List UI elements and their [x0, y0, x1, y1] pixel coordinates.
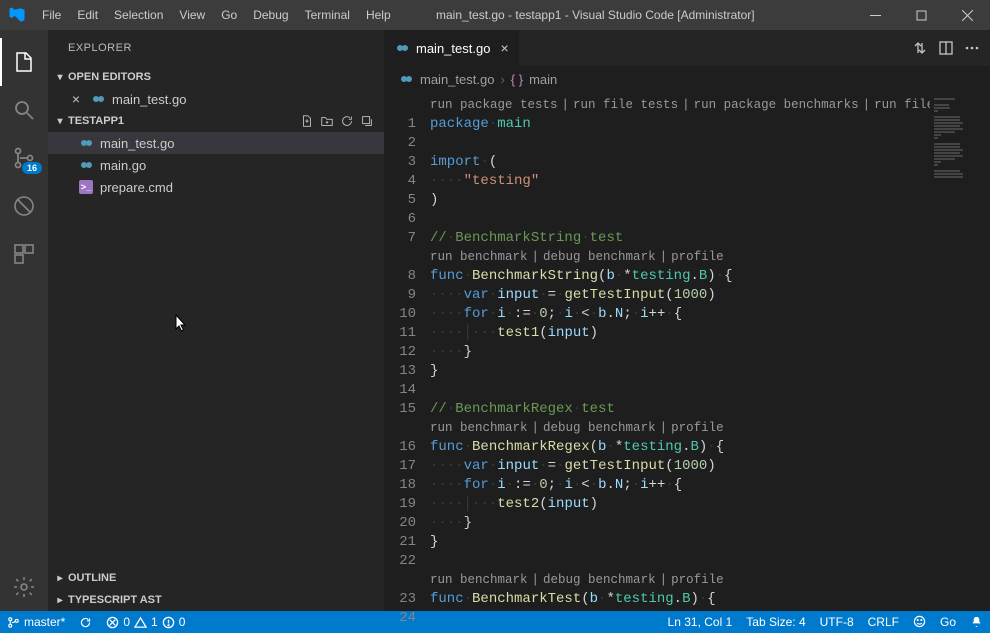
- open-editor-item[interactable]: × main_test.go: [48, 88, 384, 110]
- sidebar-explorer: EXPLORER ▾ OPEN EDITORS × main_test.go ▾…: [48, 30, 384, 611]
- window-controls: [852, 0, 990, 30]
- menu-view[interactable]: View: [171, 8, 213, 22]
- refresh-icon[interactable]: [340, 114, 354, 128]
- new-file-icon[interactable]: [300, 114, 314, 128]
- workspace-header[interactable]: ▾ TESTAPP1: [48, 110, 384, 132]
- chevron-down-icon: ▾: [52, 72, 68, 83]
- window-close-button[interactable]: [944, 0, 990, 30]
- status-bar: master* 0 1 0 Ln 31, Col 1 Tab Size: 4 U…: [0, 611, 990, 633]
- activity-debug[interactable]: [0, 182, 48, 230]
- breadcrumbs[interactable]: main_test.go › { } main: [384, 66, 990, 92]
- status-notifications[interactable]: [963, 615, 990, 628]
- vscode-logo-icon: [8, 6, 26, 24]
- status-encoding[interactable]: UTF-8: [813, 615, 861, 629]
- tsast-header[interactable]: ▸ TYPESCRIPT AST: [48, 589, 384, 611]
- file-item[interactable]: >_ prepare.cmd: [48, 176, 384, 198]
- branch-label: master*: [24, 615, 65, 629]
- workspace-label: TESTAPP1: [68, 115, 124, 127]
- code-content[interactable]: run package tests|run file tests|run pac…: [430, 92, 930, 611]
- chevron-down-icon: ▾: [52, 116, 68, 127]
- chevron-right-icon: ▸: [52, 573, 68, 584]
- activity-settings[interactable]: [0, 563, 48, 611]
- status-branch[interactable]: master*: [0, 611, 72, 633]
- new-folder-icon[interactable]: [320, 114, 334, 128]
- activity-extensions[interactable]: [0, 230, 48, 278]
- file-name: prepare.cmd: [100, 180, 173, 195]
- menu-edit[interactable]: Edit: [69, 8, 106, 22]
- window-maximize-button[interactable]: [898, 0, 944, 30]
- tab-label: main_test.go: [416, 41, 490, 56]
- go-file-icon: [78, 135, 94, 151]
- status-eol[interactable]: CRLF: [861, 615, 906, 629]
- menu-bar: File Edit Selection View Go Debug Termin…: [34, 8, 399, 22]
- file-name: main_test.go: [112, 92, 186, 107]
- go-file-icon: [398, 71, 414, 87]
- outline-label: OUTLINE: [68, 572, 116, 584]
- sidebar-title: EXPLORER: [48, 30, 384, 66]
- breadcrumb-symbol[interactable]: main: [529, 72, 557, 87]
- activity-bar: 16: [0, 30, 48, 611]
- activity-explorer[interactable]: [0, 38, 48, 86]
- split-editor-icon[interactable]: [938, 40, 954, 56]
- close-editor-icon[interactable]: ×: [68, 91, 84, 107]
- menu-terminal[interactable]: Terminal: [297, 8, 358, 22]
- titlebar: File Edit Selection View Go Debug Termin…: [0, 0, 990, 30]
- editor-tab[interactable]: main_test.go ×: [384, 30, 520, 66]
- go-file-icon: [78, 157, 94, 173]
- warning-count: 1: [151, 615, 158, 629]
- menu-go[interactable]: Go: [213, 8, 245, 22]
- tabs: main_test.go ×: [384, 30, 990, 66]
- tsast-label: TYPESCRIPT AST: [68, 594, 162, 606]
- activity-search[interactable]: [0, 86, 48, 134]
- status-problems[interactable]: 0 1 0: [99, 611, 192, 633]
- menu-debug[interactable]: Debug: [245, 8, 296, 22]
- file-item[interactable]: main_test.go: [48, 132, 384, 154]
- status-language[interactable]: Go: [933, 615, 963, 629]
- close-tab-icon[interactable]: ×: [496, 40, 508, 56]
- status-smiley[interactable]: [906, 615, 933, 628]
- breadcrumb-separator-icon: ›: [500, 72, 504, 87]
- error-count: 0: [123, 615, 130, 629]
- open-editors-label: OPEN EDITORS: [68, 71, 151, 83]
- status-sync[interactable]: [72, 611, 99, 633]
- menu-selection[interactable]: Selection: [106, 8, 171, 22]
- file-name: main.go: [100, 158, 146, 173]
- menu-help[interactable]: Help: [358, 8, 399, 22]
- editor[interactable]: 123456789101112131415161718192021222324 …: [384, 92, 990, 611]
- status-tab-size[interactable]: Tab Size: 4: [739, 615, 812, 629]
- activity-source-control[interactable]: 16: [0, 134, 48, 182]
- breadcrumb-file[interactable]: main_test.go: [420, 72, 494, 87]
- outline-header[interactable]: ▸ OUTLINE: [48, 567, 384, 589]
- chevron-right-icon: ▸: [52, 595, 68, 606]
- menu-file[interactable]: File: [34, 8, 69, 22]
- line-numbers: 123456789101112131415161718192021222324: [384, 92, 430, 611]
- window-title: main_test.go - testapp1 - Visual Studio …: [399, 8, 852, 22]
- compare-changes-icon[interactable]: [912, 40, 928, 56]
- cmd-file-icon: >_: [78, 179, 94, 195]
- open-editors-list: × main_test.go: [48, 88, 384, 110]
- open-editors-header[interactable]: ▾ OPEN EDITORS: [48, 66, 384, 88]
- go-file-icon: [394, 40, 410, 56]
- window-minimize-button[interactable]: [852, 0, 898, 30]
- editor-area: main_test.go × main_test.go › { } main 1…: [384, 30, 990, 611]
- minimap[interactable]: [930, 92, 990, 611]
- breadcrumb-symbol-icon: { }: [511, 72, 523, 87]
- status-cursor-pos[interactable]: Ln 31, Col 1: [661, 615, 740, 629]
- scm-badge: 16: [22, 162, 42, 174]
- info-count: 0: [179, 615, 186, 629]
- collapse-all-icon[interactable]: [360, 114, 374, 128]
- file-item[interactable]: main.go: [48, 154, 384, 176]
- file-name: main_test.go: [100, 136, 174, 151]
- go-file-icon: [90, 91, 106, 107]
- file-tree: main_test.go main.go >_ prepare.cmd: [48, 132, 384, 198]
- more-actions-icon[interactable]: [964, 40, 980, 56]
